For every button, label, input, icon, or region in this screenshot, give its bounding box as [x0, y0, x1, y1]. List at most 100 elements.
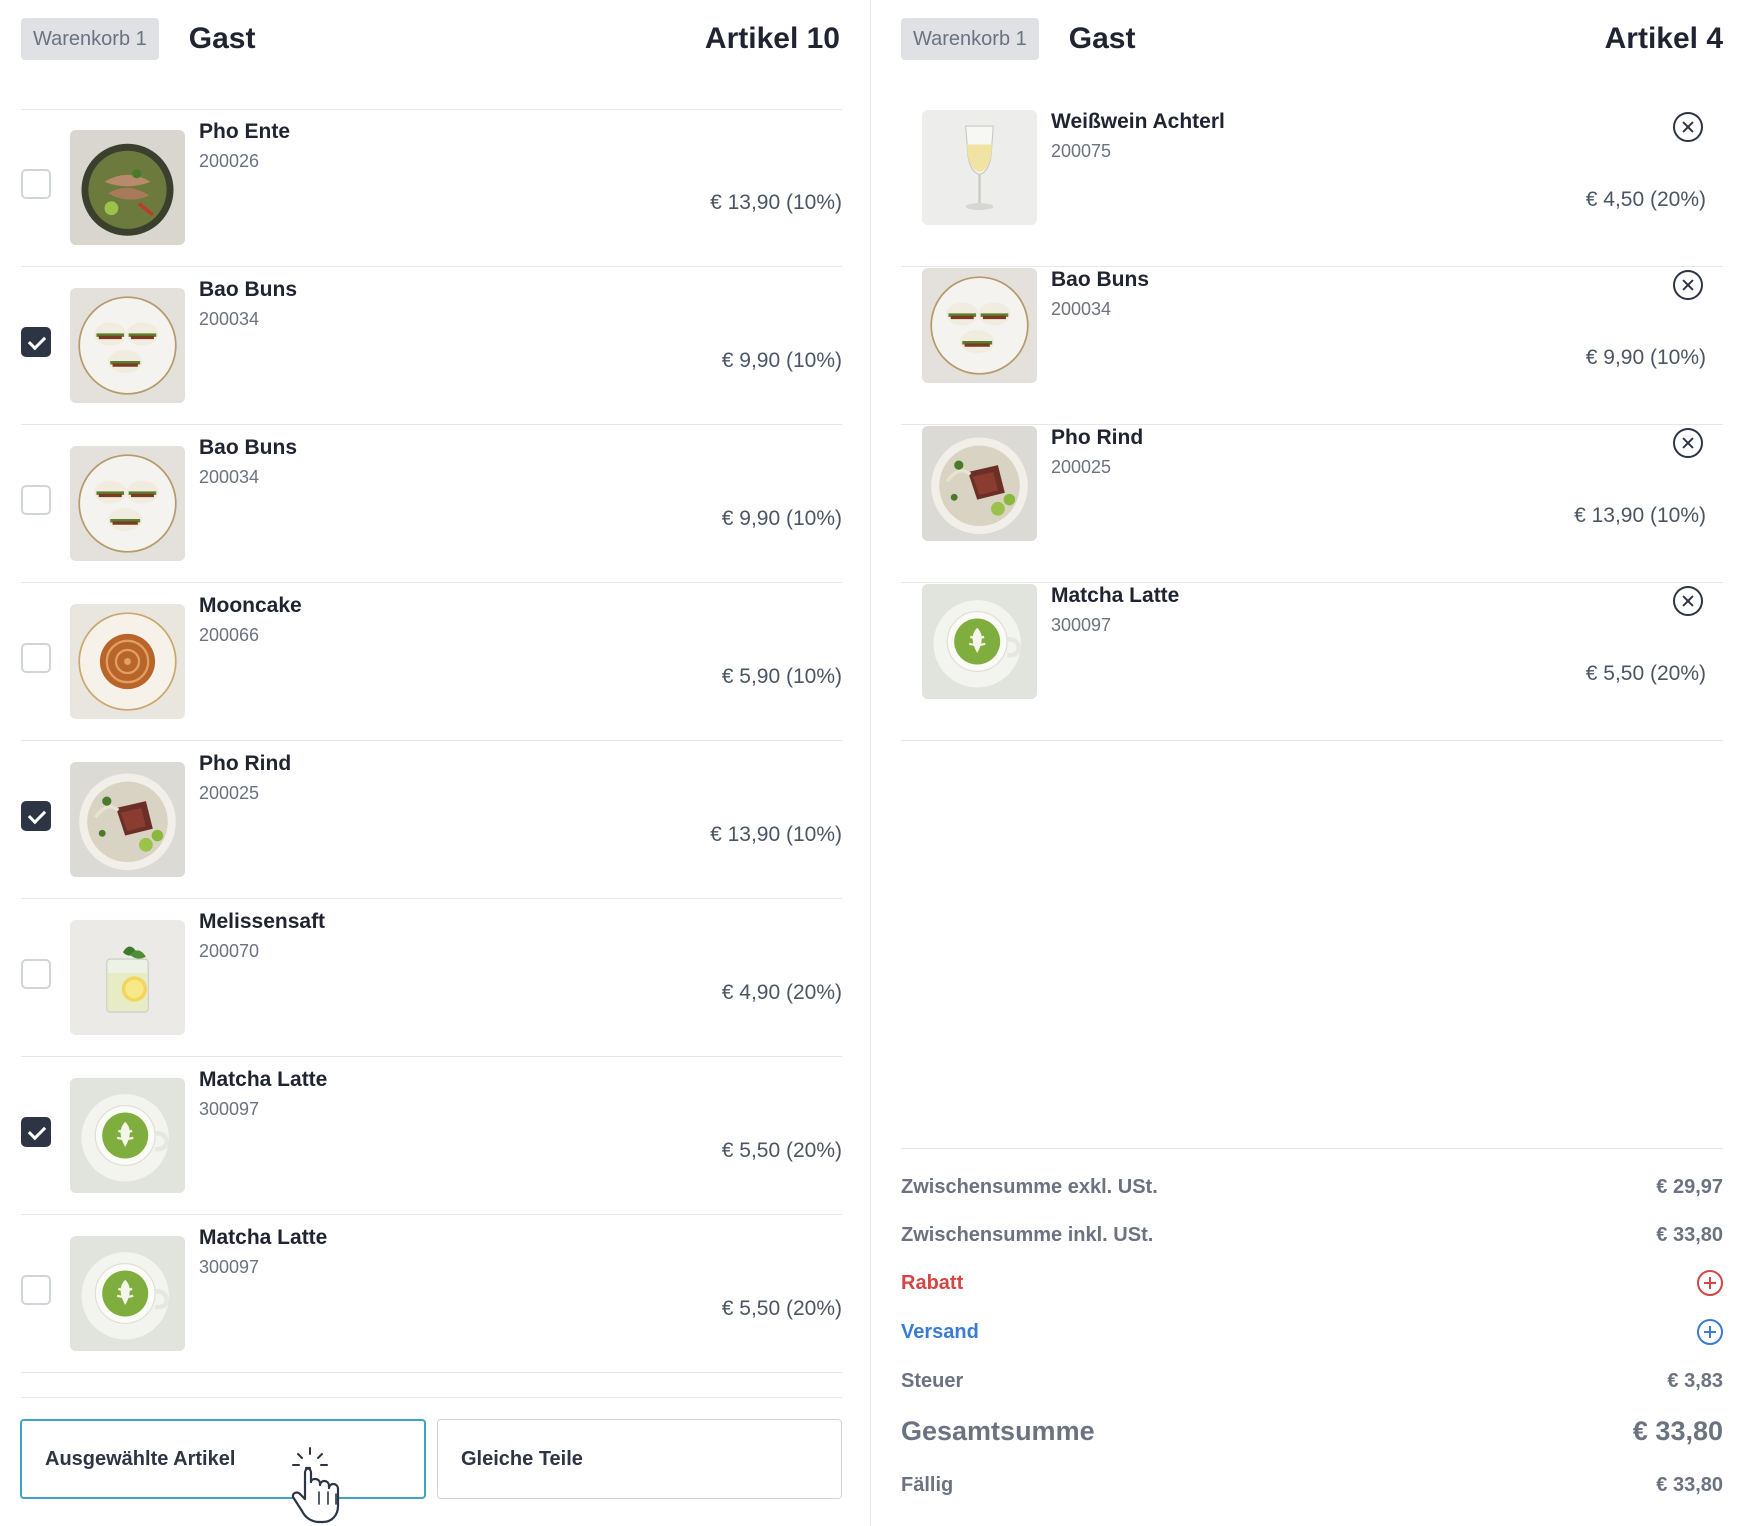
cart-line-item[interactable]: Mooncake 200066 € 5,90 (10%) [21, 584, 842, 741]
guest-label: Gast [1068, 22, 1136, 55]
bao-buns-image [922, 268, 1037, 383]
add-shipping-icon[interactable] [1697, 1319, 1723, 1345]
pho-beef-image [70, 762, 185, 877]
item-price: € 9,90 (10%) [721, 349, 842, 372]
matcha-image [70, 1078, 185, 1193]
cart-badge[interactable]: Warenkorb 1 [21, 18, 159, 60]
item-name: Pho Ente [199, 120, 291, 143]
item-name: Pho Rind [199, 752, 292, 775]
item-sku: 200034 [199, 467, 260, 487]
due-value: € 33,80 [1656, 1473, 1723, 1496]
item-sku: 200025 [199, 783, 260, 803]
item-count: Artikel 4 [1604, 22, 1723, 55]
item-price: € 4,50 (20%) [1585, 188, 1706, 211]
remove-item-icon[interactable] [1673, 586, 1703, 616]
right-cart-header: Warenkorb 1 Gast Artikel 4 [901, 18, 1723, 60]
cart-badge[interactable]: Warenkorb 1 [901, 18, 1039, 60]
item-sku: 200066 [199, 625, 260, 645]
cart-line-item[interactable]: Bao Buns 200034 € 9,90 (10%) [21, 426, 842, 583]
discount-label[interactable]: Rabatt [901, 1272, 963, 1295]
cart-line-item[interactable]: Melissensaft 200070 € 4,90 (20%) [21, 900, 842, 1057]
item-price: € 13,90 (10%) [1574, 504, 1706, 527]
cart-line-item: Matcha Latte 300097 € 5,50 (20%) [901, 584, 1723, 741]
item-checkbox[interactable] [21, 169, 51, 199]
item-price: € 9,90 (10%) [721, 507, 842, 530]
tax-row: Steuer € 3,83 [901, 1366, 1723, 1396]
item-price: € 5,90 (10%) [721, 665, 842, 688]
bao-buns-image [70, 288, 185, 403]
item-sku: 200026 [199, 151, 260, 171]
divider [21, 1397, 842, 1398]
cart-line-item[interactable]: Bao Buns 200034 € 9,90 (10%) [21, 268, 842, 425]
item-price: € 4,90 (20%) [721, 981, 842, 1004]
mooncake-image [70, 604, 185, 719]
selected-items-button[interactable]: Ausgewählte Artikel [20, 1419, 426, 1499]
item-price: € 5,50 (20%) [721, 1297, 842, 1320]
item-checkbox[interactable] [21, 1117, 51, 1147]
item-checkbox[interactable] [21, 801, 51, 831]
item-sku: 200034 [199, 309, 260, 329]
item-sku: 200070 [199, 941, 260, 961]
remove-item-icon[interactable] [1673, 270, 1703, 300]
equal-parts-button[interactable]: Gleiche Teile [437, 1419, 842, 1499]
left-cart-panel: Warenkorb 1 Gast Artikel 10 Pho Ente 2000… [0, 0, 871, 1526]
cart-line-item[interactable]: Matcha Latte 300097 € 5,50 (20%) [21, 1058, 842, 1215]
matcha-image [922, 584, 1037, 699]
remove-item-icon[interactable] [1673, 112, 1703, 142]
item-sku: 300097 [1051, 615, 1112, 635]
discount-row[interactable]: Rabatt [901, 1268, 1723, 1298]
item-sku: 200034 [1051, 299, 1112, 319]
guest-label: Gast [188, 22, 256, 55]
item-checkbox[interactable] [21, 1275, 51, 1305]
item-sku: 200025 [1051, 457, 1112, 477]
matcha-image [70, 1236, 185, 1351]
item-name: Bao Buns [1051, 268, 1150, 291]
item-checkbox[interactable] [21, 643, 51, 673]
item-price: € 5,50 (20%) [721, 1139, 842, 1162]
item-checkbox[interactable] [21, 485, 51, 515]
due-label: Fällig [901, 1473, 954, 1496]
subtotal-incl-label: Zwischensumme inkl. USt. [901, 1223, 1154, 1246]
total-label: Gesamtsumme [901, 1415, 1095, 1446]
cart-line-item[interactable]: Pho Rind 200025 € 13,90 (10%) [21, 742, 842, 899]
item-price: € 13,90 (10%) [710, 823, 842, 846]
item-checkbox[interactable] [21, 959, 51, 989]
item-name: Bao Buns [199, 436, 298, 459]
total-value: € 33,80 [1632, 1415, 1723, 1446]
wine-image [922, 110, 1037, 225]
hand-cursor-icon [291, 1447, 340, 1524]
add-discount-icon[interactable] [1697, 1270, 1723, 1296]
right-cart-panel: Warenkorb 1 Gast Artikel 4 Weißwein Acht… [871, 0, 1746, 1526]
remove-item-icon[interactable] [1673, 428, 1703, 458]
shipping-label[interactable]: Versand [901, 1321, 979, 1344]
lemon-drink-image [70, 920, 185, 1035]
item-price: € 13,90 (10%) [710, 191, 842, 214]
cart-line-item[interactable]: Pho Ente 200026 € 13,90 (10%) [21, 110, 842, 267]
total-row: Gesamtsumme € 33,80 [901, 1413, 1723, 1449]
item-price: € 5,50 (20%) [1585, 662, 1706, 685]
subtotal-incl-value: € 33,80 [1656, 1223, 1723, 1246]
item-checkbox[interactable] [21, 327, 51, 357]
cart-line-item[interactable]: Matcha Latte 300097 € 5,50 (20%) [21, 1216, 842, 1373]
item-sku: 300097 [199, 1257, 260, 1277]
item-name: Weißwein Achterl [1051, 110, 1225, 133]
item-price: € 9,90 (10%) [1585, 346, 1706, 369]
tax-label: Steuer [901, 1369, 964, 1392]
pho-beef-image [922, 426, 1037, 541]
subtotal-excl-row: Zwischensumme exkl. USt. € 29,97 [901, 1172, 1723, 1202]
tax-value: € 3,83 [1667, 1369, 1723, 1392]
shipping-row[interactable]: Versand [901, 1317, 1723, 1347]
pho-duck-image [70, 130, 185, 245]
item-name: Matcha Latte [1051, 584, 1180, 607]
due-row: Fällig € 33,80 [901, 1470, 1723, 1500]
item-name: Matcha Latte [199, 1068, 328, 1091]
subtotal-excl-value: € 29,97 [1656, 1175, 1723, 1198]
item-name: Bao Buns [199, 278, 298, 301]
left-cart-header: Warenkorb 1 Gast Artikel 10 [21, 18, 840, 60]
item-name: Pho Rind [1051, 426, 1144, 449]
item-name: Matcha Latte [199, 1226, 328, 1249]
cart-line-item: Weißwein Achterl 200075 € 4,50 (20%) [901, 110, 1723, 267]
subtotal-excl-label: Zwischensumme exkl. USt. [901, 1175, 1158, 1198]
item-sku: 200075 [1051, 141, 1112, 161]
item-count: Artikel 10 [704, 22, 840, 55]
